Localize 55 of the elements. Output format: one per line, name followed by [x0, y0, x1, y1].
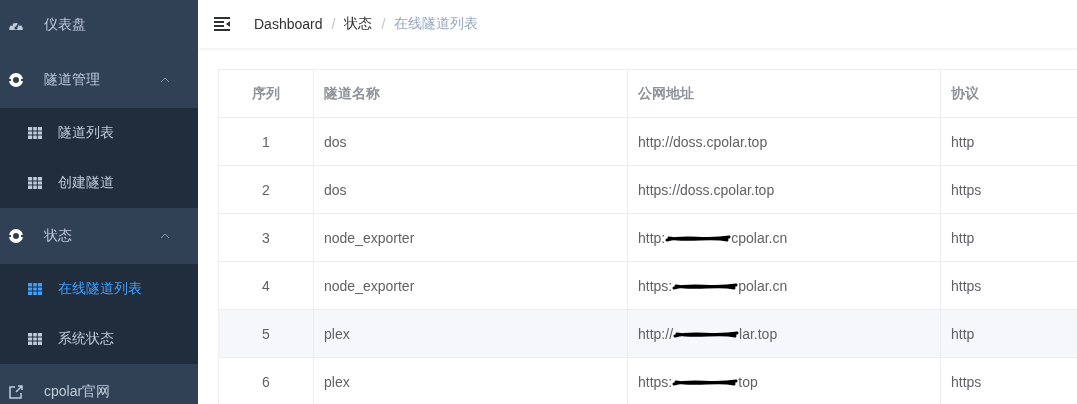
row-index: 5	[262, 325, 270, 342]
ring-icon	[8, 72, 24, 88]
protocol-text: https	[951, 277, 982, 294]
column-header: 隧道名称	[313, 69, 628, 118]
tunnel-name: plex	[324, 373, 350, 390]
ring-icon	[8, 228, 24, 244]
submenu-item[interactable]: 隧道列表	[0, 108, 198, 158]
menu-fold-icon[interactable]	[214, 17, 230, 31]
tunnel-name: dos	[324, 133, 347, 150]
table-icon	[28, 127, 42, 139]
table-icon	[28, 333, 42, 345]
chevron-up-icon	[160, 77, 170, 83]
address-text: https:	[638, 277, 673, 294]
menu-item[interactable]: 仪表盘	[0, 0, 198, 52]
menu-item[interactable]: cpolar官网	[0, 364, 198, 404]
column-header: 协议	[940, 69, 1077, 118]
row-index: 6	[262, 373, 270, 390]
row-index: 2	[262, 181, 270, 198]
row-index: 3	[262, 229, 270, 246]
tunnel-name: node_exporter	[324, 277, 415, 294]
address-text: http://doss.cpolar.top	[638, 133, 768, 150]
breadcrumb-item: 在线隧道列表	[394, 15, 479, 33]
submenu-item[interactable]: 系统状态	[0, 314, 198, 364]
external-link-icon	[9, 385, 23, 399]
address-text: cpolar.cn	[731, 229, 788, 246]
breadcrumb-separator: /	[331, 16, 336, 32]
menu-group-header[interactable]: 状态	[0, 208, 198, 264]
table-icon	[28, 177, 42, 189]
column-header: 公网地址	[627, 69, 941, 118]
submenu-item[interactable]: 创建隧道	[0, 158, 198, 208]
protocol-text: http	[951, 229, 975, 246]
tunnel-name: plex	[324, 325, 350, 342]
breadcrumb-item[interactable]: Dashboard	[254, 16, 323, 32]
table-icon	[28, 283, 42, 295]
protocol-text: https	[951, 181, 982, 198]
tunnel-name: node_exporter	[324, 229, 415, 246]
row-index: 1	[262, 133, 270, 150]
address-text: https://doss.cpolar.top	[638, 181, 775, 198]
breadcrumb-item[interactable]: 状态	[344, 15, 373, 33]
address-text: http:	[638, 229, 666, 246]
tunnel-name: dos	[324, 181, 347, 198]
address-text: http://	[638, 325, 674, 342]
address-text: https:	[638, 373, 673, 390]
chevron-up-icon	[160, 233, 170, 239]
column-header: 序列	[218, 69, 314, 118]
address-text: lar.top	[739, 325, 778, 342]
address-text: top	[738, 373, 758, 390]
protocol-text: http	[951, 325, 975, 342]
protocol-text: http	[951, 133, 975, 150]
submenu-item[interactable]: 在线隧道列表	[0, 264, 198, 314]
protocol-text: https	[951, 373, 982, 390]
breadcrumb-separator: /	[381, 16, 386, 32]
menu-group-header[interactable]: 隧道管理	[0, 52, 198, 108]
row-index: 4	[262, 277, 270, 294]
address-text: polar.cn	[738, 277, 788, 294]
